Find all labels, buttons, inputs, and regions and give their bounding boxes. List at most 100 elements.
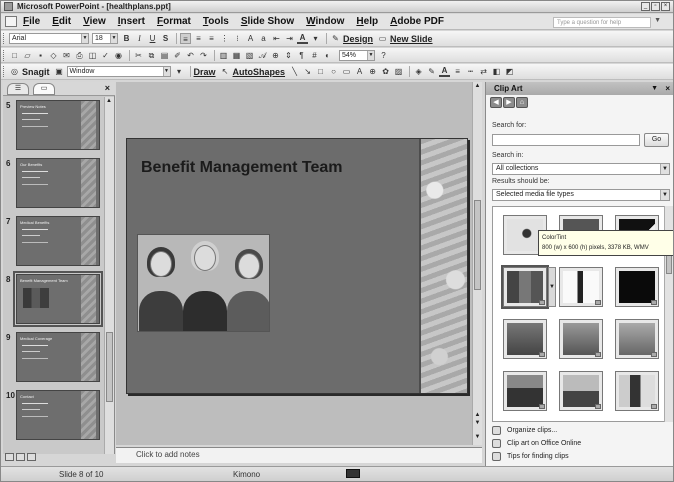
font-color-icon[interactable]: A xyxy=(439,66,451,77)
back-icon[interactable]: ◀ xyxy=(490,97,502,108)
capture-mode-combo[interactable]: Window ▼ xyxy=(66,66,171,77)
menu-window[interactable]: Window xyxy=(306,16,344,27)
research-icon[interactable]: ◉ xyxy=(113,50,124,61)
close-pane-button[interactable]: × xyxy=(105,83,110,93)
bullets-icon[interactable]: ⁝ xyxy=(232,33,243,44)
slide-thumbnail[interactable]: Our Benefits xyxy=(16,158,100,208)
arrow-icon[interactable]: ↘ xyxy=(302,66,313,77)
clip-dropdown-button[interactable]: ▼ xyxy=(548,267,556,307)
wordart-icon[interactable]: A xyxy=(354,66,365,77)
search-input[interactable] xyxy=(492,134,640,146)
insert-chart-icon[interactable]: ▥ xyxy=(218,50,229,61)
close-button[interactable]: × xyxy=(661,2,670,11)
slide-thumbnail-row[interactable]: 6 Our Benefits xyxy=(3,157,105,215)
design-button[interactable]: Design xyxy=(343,34,373,44)
open-icon[interactable]: ▱ xyxy=(22,50,33,61)
font-color-button[interactable]: A xyxy=(297,33,308,44)
scrollbar-thumb[interactable] xyxy=(106,332,113,402)
toolbar-grip[interactable] xyxy=(3,66,6,77)
show-grid-icon[interactable]: # xyxy=(309,50,320,61)
font-size-combo[interactable]: 18 ▼ xyxy=(92,33,118,44)
picture-icon[interactable]: ▨ xyxy=(393,66,404,77)
normal-view-icon[interactable] xyxy=(5,453,14,461)
tables-borders-icon[interactable]: ▧ xyxy=(244,50,255,61)
select-objects-icon[interactable]: ↖ xyxy=(220,66,231,77)
cut-icon[interactable]: ✂ xyxy=(133,50,144,61)
clip-result[interactable] xyxy=(559,371,603,411)
clip-result[interactable] xyxy=(615,319,659,359)
document-icon[interactable] xyxy=(5,16,17,27)
capture-settings-icon[interactable]: ▾ xyxy=(174,66,185,77)
decrease-font-icon[interactable]: a xyxy=(258,33,269,44)
minimize-button[interactable]: _ xyxy=(641,2,650,11)
color-grayscale-icon[interactable]: ◐ xyxy=(322,50,333,61)
current-slide[interactable]: Benefit Management Team xyxy=(126,138,468,394)
paste-icon[interactable]: ▤ xyxy=(159,50,170,61)
slide-thumbnail[interactable]: Medical Benefits xyxy=(16,216,100,266)
tab-outline[interactable]: ☰ xyxy=(7,82,29,95)
slide-thumbnail-row[interactable]: 5 Preview Notes xyxy=(3,99,105,157)
zoom-combo[interactable]: 54% ▼ xyxy=(339,49,375,61)
menu-adobe-pdf[interactable]: Adobe PDF xyxy=(390,16,444,27)
clip-result-hovered[interactable] xyxy=(501,265,549,309)
slide-show-icon[interactable] xyxy=(27,453,36,461)
clip-result[interactable] xyxy=(615,371,659,411)
chevron-down-icon[interactable]: ▼ xyxy=(81,34,88,43)
align-left-icon[interactable]: ≡ xyxy=(180,33,191,44)
slide-thumbnail-row[interactable]: 7 Medical Benefits xyxy=(3,215,105,273)
increase-indent-icon[interactable]: ⇥ xyxy=(284,33,295,44)
text-box-icon[interactable]: ▭ xyxy=(341,66,352,77)
menu-help[interactable]: Help xyxy=(356,16,378,27)
chevron-down-icon[interactable]: ▼ xyxy=(660,190,669,200)
chevron-down-icon[interactable]: ▾ xyxy=(310,33,321,44)
toolbar-grip[interactable] xyxy=(3,49,6,61)
slide-title[interactable]: Benefit Management Team xyxy=(141,159,343,177)
bold-button[interactable]: B xyxy=(121,33,132,44)
home-icon[interactable]: ⌂ xyxy=(516,97,528,108)
arrow-style-icon[interactable]: ⇄ xyxy=(478,66,489,77)
autoshapes-button[interactable]: AutoShapes xyxy=(233,67,286,77)
forward-icon[interactable]: ▶ xyxy=(503,97,515,108)
redo-icon[interactable]: ↷ xyxy=(198,50,209,61)
permission-icon[interactable]: ◇ xyxy=(48,50,59,61)
align-center-icon[interactable]: ≡ xyxy=(193,33,204,44)
slide-thumbnail[interactable]: Medical Coverage xyxy=(16,332,100,382)
slide-sorter-icon[interactable] xyxy=(16,453,25,461)
underline-button[interactable]: U xyxy=(147,33,158,44)
menu-file[interactable]: File xyxy=(23,16,40,27)
results-select[interactable]: Selected media file types ▼ xyxy=(492,189,670,201)
italic-button[interactable]: I xyxy=(134,33,145,44)
3d-style-icon[interactable]: ◩ xyxy=(504,66,515,77)
tips-link[interactable]: Tips for finding clips xyxy=(492,452,569,461)
chevron-down-icon[interactable]: ▼ xyxy=(367,50,374,60)
toolbar-grip[interactable] xyxy=(3,33,6,44)
new-icon[interactable]: □ xyxy=(9,50,20,61)
print-preview-icon[interactable]: ◫ xyxy=(87,50,98,61)
tab-slides[interactable]: ▭ xyxy=(33,82,55,95)
copy-icon[interactable]: ⧉ xyxy=(146,50,157,61)
clip-result[interactable] xyxy=(559,319,603,359)
menu-view[interactable]: View xyxy=(83,16,106,27)
organize-clips-link[interactable]: Organize clips... xyxy=(492,426,557,435)
shadow-button[interactable]: S xyxy=(160,33,171,44)
slide-thumbnail-selected[interactable]: Benefit Management Team xyxy=(13,271,103,327)
slide-thumbnail[interactable]: Contact xyxy=(16,390,100,440)
slide-thumbnail-row[interactable]: 10 Contact xyxy=(3,389,105,447)
language-icon[interactable] xyxy=(346,469,360,478)
notes-pane[interactable]: Click to add notes xyxy=(116,447,482,463)
font-name-combo[interactable]: Arial ▼ xyxy=(9,33,89,44)
menu-tools[interactable]: Tools xyxy=(203,16,229,27)
close-icon[interactable]: × xyxy=(665,82,670,95)
decrease-indent-icon[interactable]: ⇤ xyxy=(271,33,282,44)
powerpoint-app-icon[interactable] xyxy=(4,2,13,11)
search-in-select[interactable]: All collections ▼ xyxy=(492,163,670,175)
clip-result[interactable] xyxy=(559,267,603,307)
team-photo[interactable] xyxy=(137,234,270,332)
insert-wordart-icon[interactable]: 𝒜 xyxy=(257,50,268,61)
restore-button[interactable]: ▫ xyxy=(651,2,660,11)
ask-question-input[interactable]: Type a question for help xyxy=(553,17,651,28)
clip-result[interactable] xyxy=(615,267,659,307)
print-icon[interactable]: ⎙ xyxy=(74,50,85,61)
menu-format[interactable]: Format xyxy=(157,16,191,27)
dash-style-icon[interactable]: ┅ xyxy=(465,66,476,77)
